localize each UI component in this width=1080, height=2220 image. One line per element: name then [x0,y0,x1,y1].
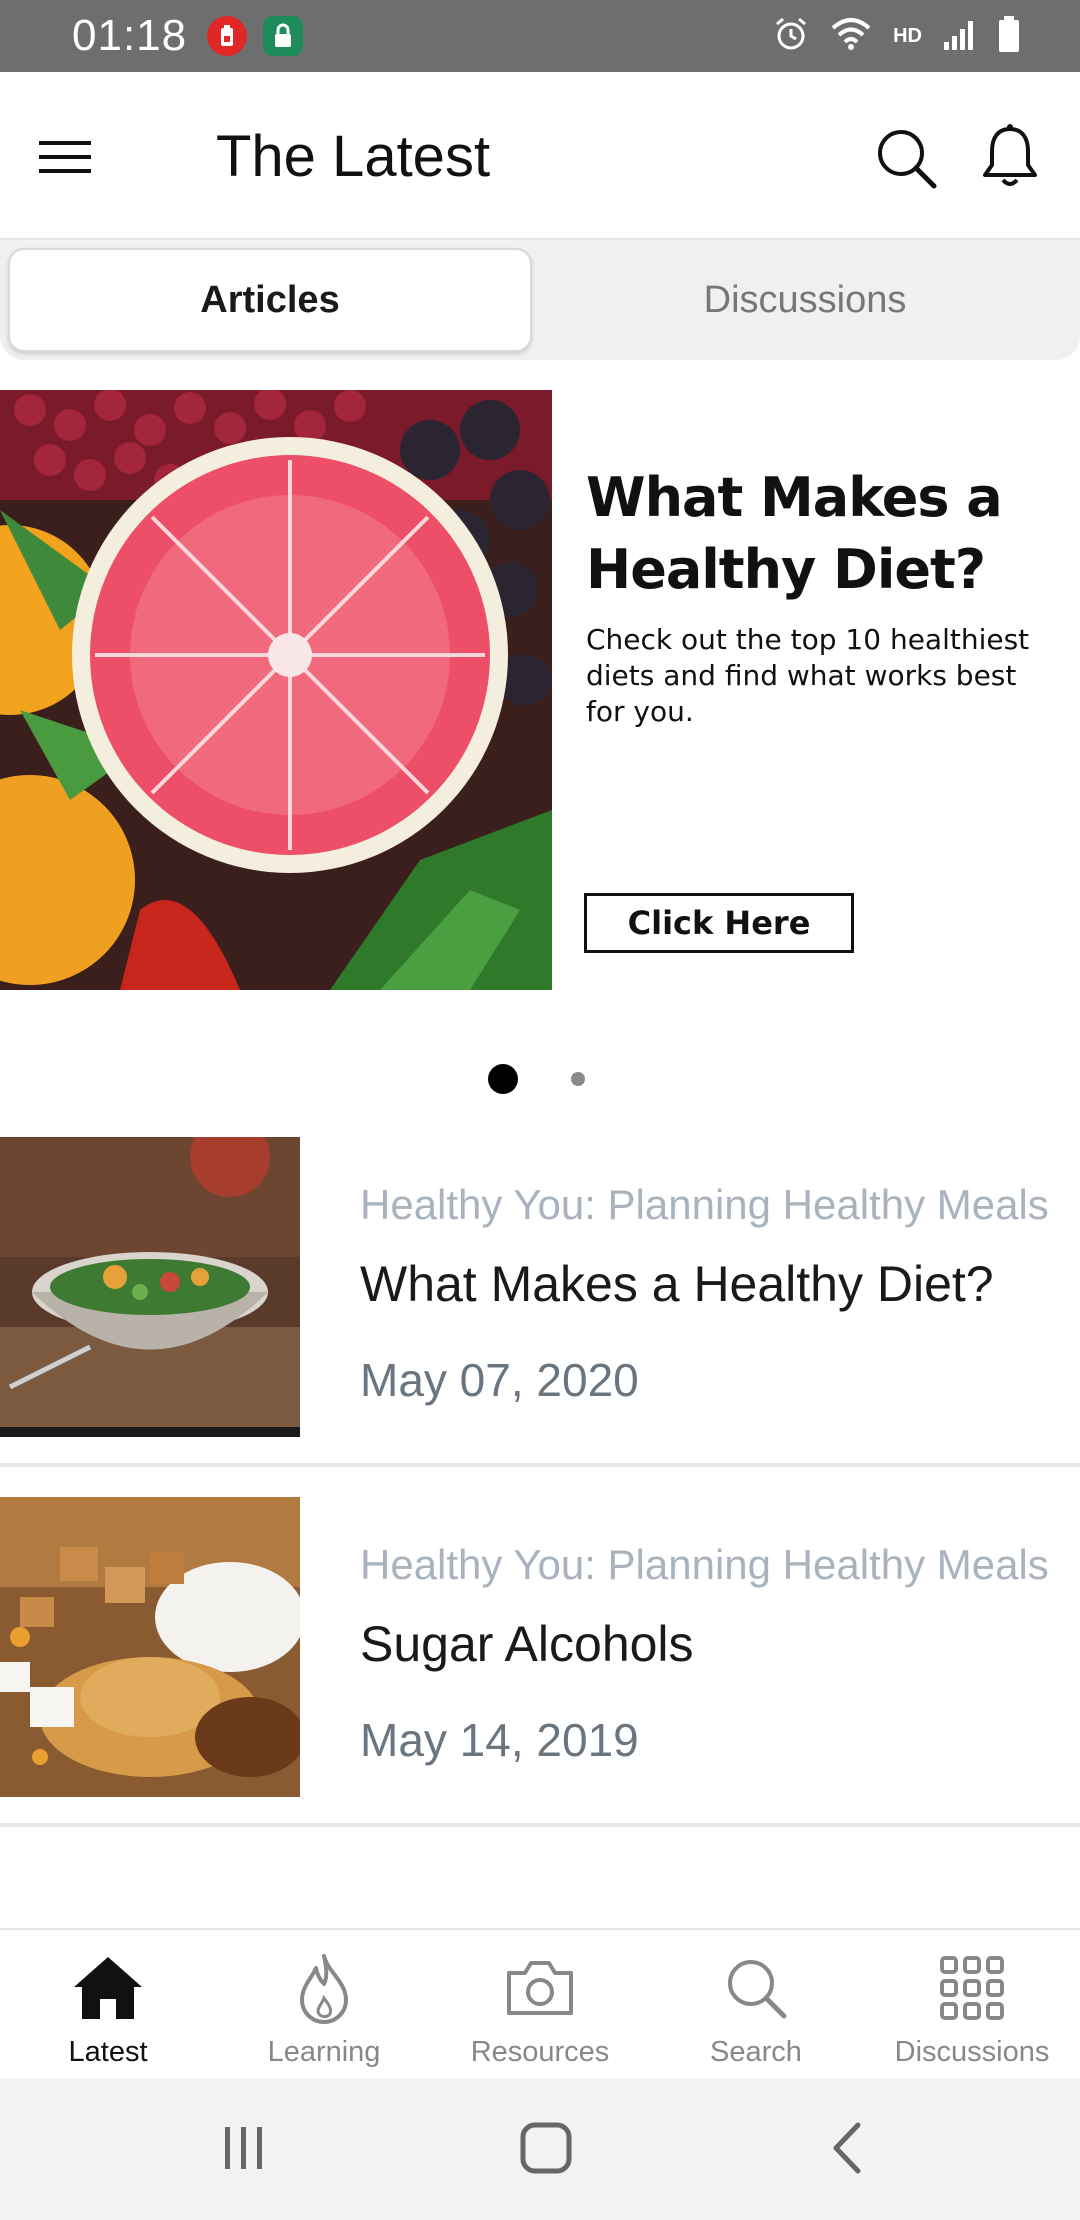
carousel-indicator [0,1060,1080,1100]
camera-icon [432,1948,648,2028]
status-time: 01:18 [72,11,188,60]
article-item[interactable]: Healthy You: Planning Healthy Meals Suga… [0,1497,1080,1797]
notifications-button[interactable] [972,118,1048,194]
menu-button[interactable] [30,122,100,192]
wifi-icon [829,16,873,57]
bottom-navigation: Latest Learning Resources Search Discuss… [0,1928,1080,2078]
tab-discussions[interactable]: Discussions [540,248,1070,352]
alarm-icon [773,16,809,57]
grid-icon [864,1948,1080,2028]
article-title: What Makes a Healthy Diet? [360,1256,994,1312]
click-here-button[interactable]: Click Here [584,893,854,953]
nav-label: Learning [267,2036,381,2068]
back-button[interactable] [798,2108,898,2188]
article-title: Sugar Alcohols [360,1616,694,1672]
search-icon [648,1948,864,2028]
search-button[interactable] [868,120,944,196]
article-date: May 07, 2020 [360,1354,639,1406]
flame-icon [216,1948,432,2028]
banner-image-grapefruit [0,390,552,990]
home-button[interactable] [496,2108,596,2188]
article-thumbnail-sugar [0,1497,300,1797]
recent-apps-button[interactable] [194,2108,294,2188]
recent-apps-icon [225,2127,262,2169]
segmented-tabs: Articles Discussions [0,240,1080,360]
banner-description: Check out the top 10 healthiest diets an… [586,623,1030,728]
signal-icon [942,18,978,55]
app-bar: The Latest [0,72,1080,240]
carousel-dot-active[interactable] [488,1064,518,1094]
article-category: Healthy You: Planning Healthy Meals [360,1541,1049,1588]
nav-label: Latest [68,2036,148,2068]
article-thumbnail-salad [0,1137,300,1437]
network-type: HD [893,24,922,47]
banner-title: What Makes a Healthy Diet? [586,466,1003,601]
article-date: May 14, 2019 [360,1714,639,1766]
article-item[interactable]: Healthy You: Planning Healthy Meals What… [0,1137,1080,1437]
divider [0,1463,1080,1467]
system-navigation-bar [0,2078,1080,2220]
nav-discussions[interactable]: Discussions [864,1930,1080,2080]
status-indicators: HD [773,0,1020,72]
page-title: The Latest [216,124,491,189]
home-icon [0,1948,216,2028]
nav-search[interactable]: Search [648,1930,864,2080]
nav-latest[interactable]: Latest [0,1930,216,2080]
battery-saver-icon [207,16,248,56]
nav-label: Discussions [894,2036,1050,2068]
nav-learning[interactable]: Learning [216,1930,432,2080]
nav-resources[interactable]: Resources [432,1930,648,2080]
lock-app-icon [263,16,304,56]
search-icon [878,130,937,189]
status-bar: 01:18 HD [0,0,1080,72]
back-chevron-icon [833,2122,861,2174]
nav-label: Search [710,2036,802,2068]
battery-icon [998,15,1020,57]
bell-icon [983,124,1037,186]
carousel-dot[interactable] [571,1072,585,1086]
nav-label: Resources [470,2036,610,2068]
hamburger-icon [39,141,91,173]
divider [0,1823,1080,1827]
featured-banner[interactable]: What Makes a Healthy Diet? Check out the… [0,390,1080,990]
tab-articles[interactable]: Articles [8,248,532,352]
article-category: Healthy You: Planning Healthy Meals [360,1181,1049,1228]
home-square-icon [520,2122,572,2174]
